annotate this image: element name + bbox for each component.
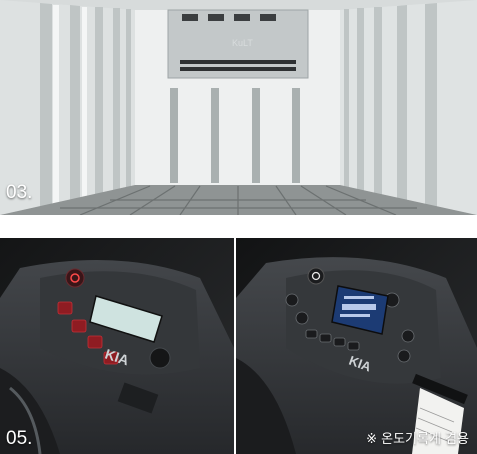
controller-photo: KIA 05. — [0, 238, 234, 454]
panel-caption-05: 05. — [6, 428, 33, 449]
controller-recorder-photo: KIA ※ 온도기록계 겸용 — [236, 238, 477, 454]
cargo-interior-photo: KuLT 03. — [0, 0, 477, 215]
panel-caption-03: 03. — [6, 182, 33, 203]
svg-text:KuLT: KuLT — [232, 38, 253, 48]
recorder-note: ※ 온도기록계 겸용 — [366, 432, 469, 447]
